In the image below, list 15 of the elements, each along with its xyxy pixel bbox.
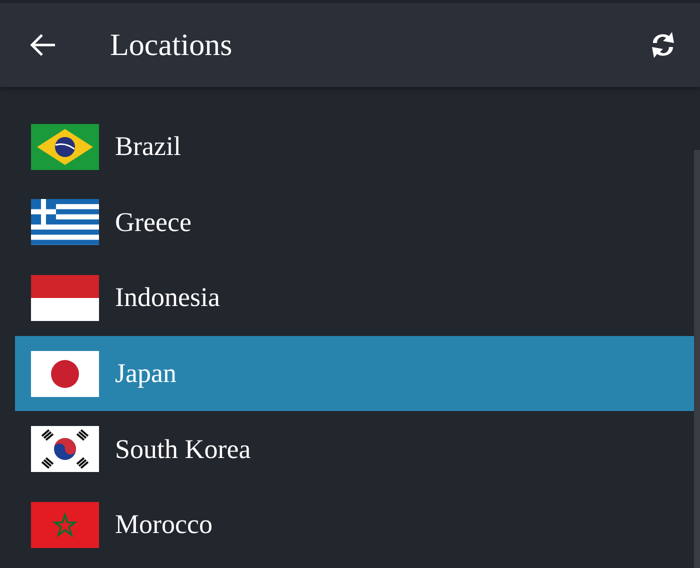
flag-icon <box>31 502 99 548</box>
location-item[interactable]: Indonesia <box>15 260 694 336</box>
back-arrow-icon[interactable] <box>30 34 56 56</box>
flag-icon <box>31 426 99 472</box>
location-item[interactable]: Brazil <box>15 109 694 185</box>
scrollbar[interactable] <box>694 150 700 568</box>
flag-icon <box>31 124 99 170</box>
location-item[interactable]: Greece <box>15 184 694 260</box>
location-item[interactable]: Morocco <box>15 486 694 563</box>
location-item[interactable]: South Korea <box>15 411 694 487</box>
location-item[interactable]: Japan <box>15 336 694 412</box>
flag-icon <box>31 350 99 397</box>
flag-icon <box>31 274 99 321</box>
flag-icon <box>31 199 99 246</box>
screen-title: Locations <box>110 27 232 63</box>
